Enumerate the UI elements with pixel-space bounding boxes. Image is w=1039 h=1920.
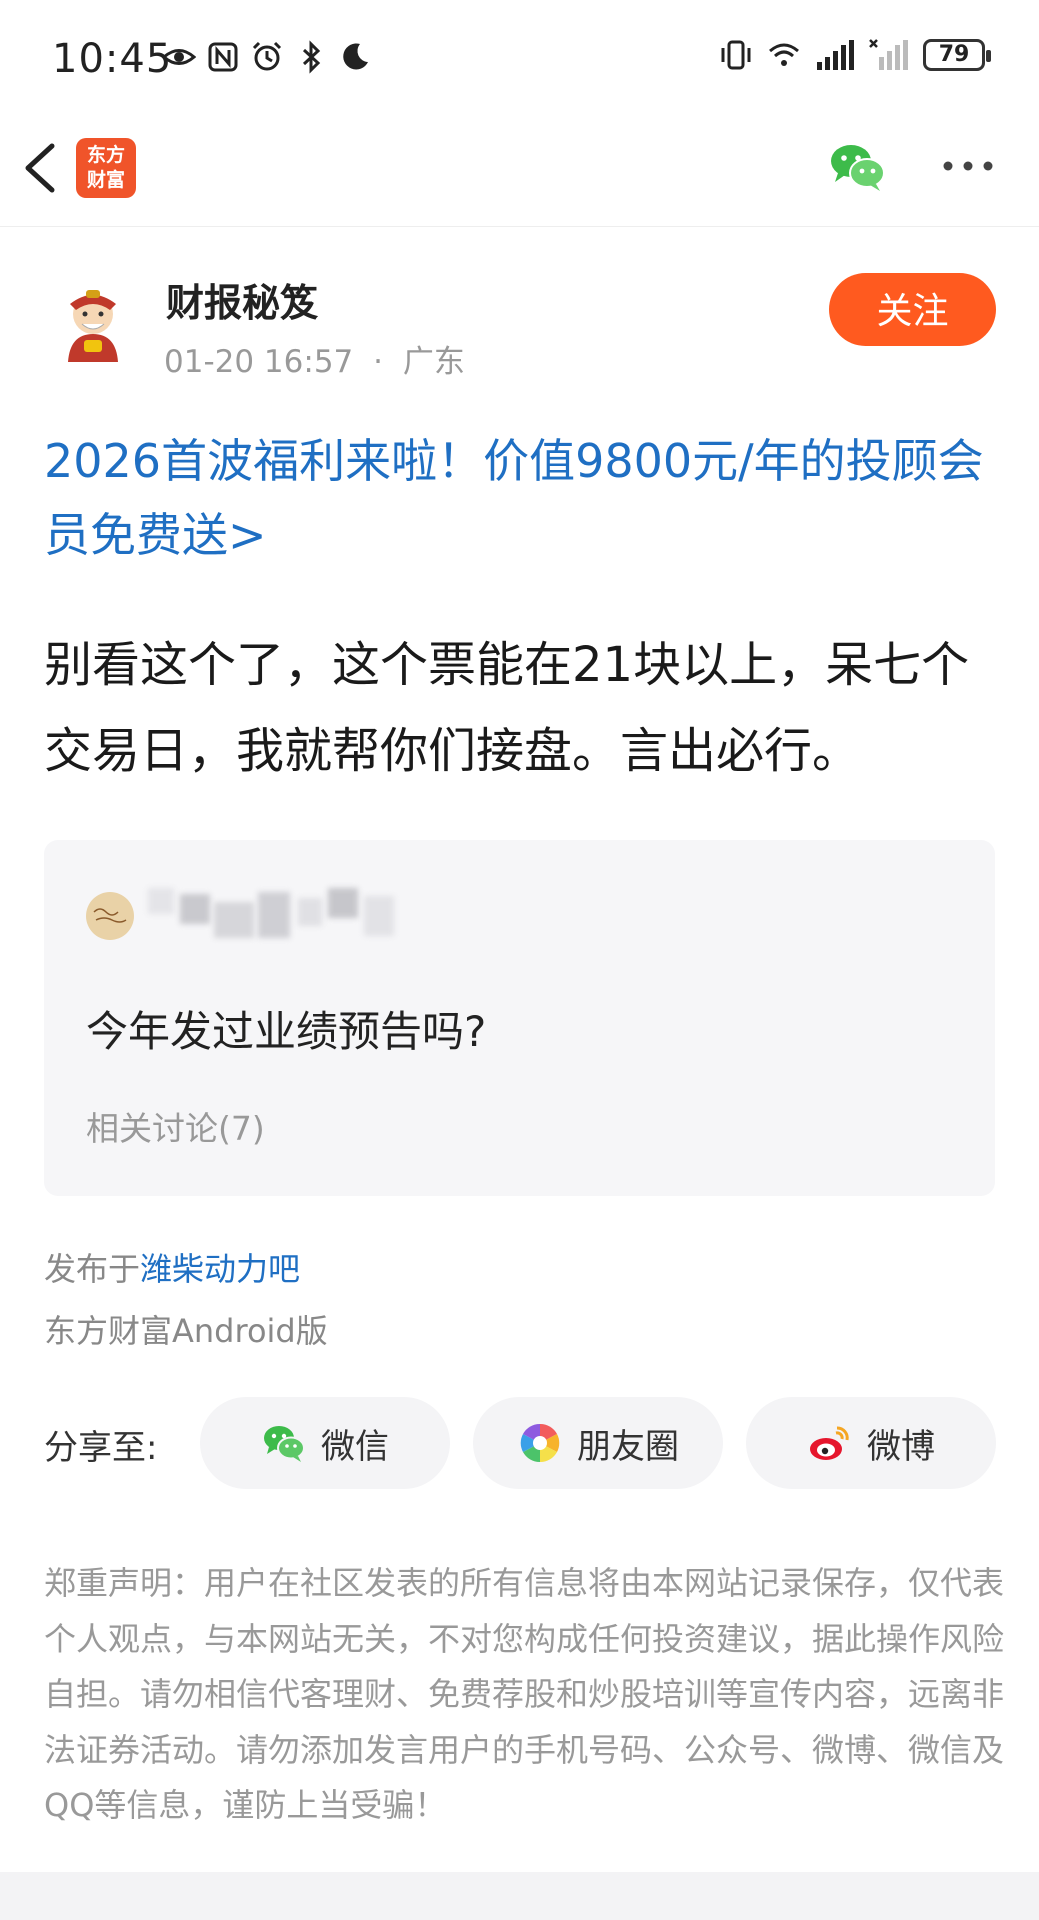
moon-icon: [343, 43, 368, 70]
quoted-post-card[interactable]: 今年发过业绩预告吗? 相关讨论(7): [44, 840, 995, 1196]
bottom-divider: [0, 1872, 1039, 1920]
post-datetime: 01-20 16:57: [164, 344, 354, 380]
post-meta: 01-20 16:57 · 广东: [164, 336, 465, 381]
back-icon[interactable]: [18, 138, 68, 198]
legal-disclaimer: 郑重声明：用户在社区发表的所有信息将由本网站记录保存，仅代表个人观点，与本网站无…: [44, 1564, 1005, 1824]
signal-icon: [817, 40, 854, 70]
nfc-icon: [208, 42, 238, 72]
alarm-icon: [252, 41, 282, 71]
related-discussion-link[interactable]: 相关讨论(7): [86, 1102, 265, 1150]
logo-text-bottom: 财富: [86, 169, 125, 191]
wechat-share-icon[interactable]: [828, 140, 888, 194]
logo-text-top: 东方: [86, 144, 125, 166]
share-wechat-button[interactable]: 微信: [200, 1397, 450, 1489]
battery-indicator: 79: [923, 39, 991, 71]
more-options-icon[interactable]: [940, 148, 996, 184]
avatar-scribble-icon: [93, 908, 127, 923]
bluetooth-icon: [302, 40, 321, 74]
top-nav: 东方 财富: [0, 110, 1039, 227]
status-bar: 10:45 79: [0, 0, 1039, 110]
vibrate-icon: [721, 40, 751, 70]
app-logo[interactable]: 东方 财富: [76, 138, 136, 198]
share-label: 分享至:: [44, 1428, 158, 1468]
status-icons-right: 79: [719, 38, 991, 72]
share-wechat-label: 微信: [321, 1426, 389, 1467]
post-body: 别看这个了，这个票能在21块以上，呆七个交易日，我就帮你们接盘。言出必行。: [44, 637, 970, 779]
meta-separator: ·: [373, 344, 383, 380]
app-version: 东方财富Android版: [44, 1312, 328, 1350]
published-in: 发布于潍柴动力吧: [44, 1244, 300, 1290]
blurred-username: [148, 888, 408, 954]
status-time: 10:45: [52, 36, 173, 82]
follow-button[interactable]: 关注: [829, 273, 996, 346]
eye-icon: [162, 49, 196, 65]
weibo-icon: [810, 1426, 849, 1460]
share-moments-button[interactable]: 朋友圈: [473, 1397, 723, 1489]
wechat-icon: [264, 1426, 305, 1462]
author-name[interactable]: 财报秘笈: [166, 272, 318, 327]
published-in-label: 发布于: [44, 1250, 141, 1288]
quoted-question: 今年发过业绩预告吗?: [86, 1007, 487, 1056]
share-weibo-button[interactable]: 微博: [746, 1397, 996, 1489]
moments-icon: [520, 1423, 560, 1463]
share-moments-label: 朋友圈: [577, 1426, 679, 1467]
share-weibo-label: 微博: [867, 1426, 935, 1467]
promo-link[interactable]: 2026首波福利来啦！价值9800元/年的投顾会员免费送>: [44, 424, 1004, 572]
signal-no-service-icon: [869, 39, 908, 70]
stock-bar-link[interactable]: 潍柴动力吧: [140, 1250, 300, 1288]
post-location: 广东: [402, 344, 465, 380]
author-header: 财报秘笈 01-20 16:57 · 广东 关注: [0, 226, 1039, 406]
author-avatar[interactable]: [58, 288, 128, 362]
wifi-icon: [769, 43, 799, 66]
quoted-user-avatar: [86, 892, 134, 940]
status-icons-left: [162, 40, 372, 74]
